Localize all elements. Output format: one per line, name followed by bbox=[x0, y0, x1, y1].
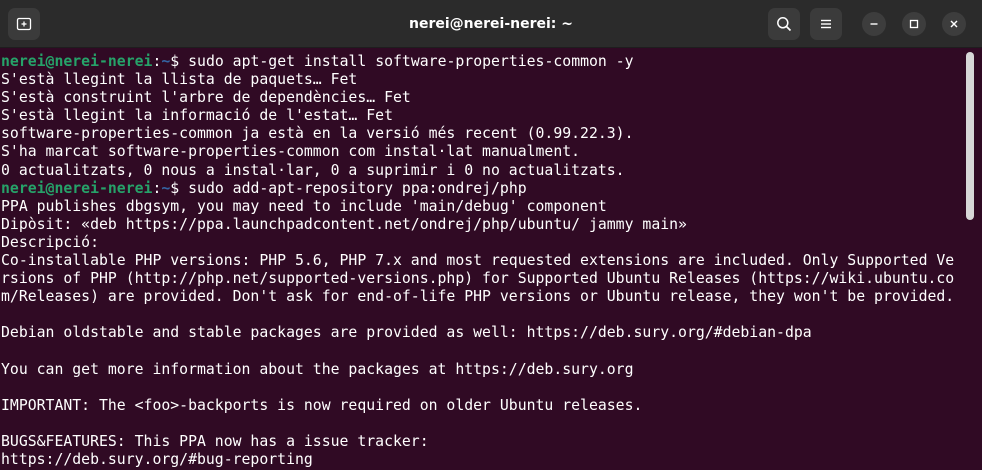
scrollbar-thumb[interactable] bbox=[966, 52, 974, 220]
output-line: PPA publishes dbgsym, you may need to in… bbox=[1, 197, 607, 215]
output-line: software-properties-common ja està en la… bbox=[1, 125, 634, 143]
hamburger-menu-icon bbox=[821, 19, 831, 29]
minimize-icon bbox=[870, 23, 878, 25]
terminal-output[interactable]: nerei@nerei-nerei:~$ sudo apt-get instal… bbox=[0, 48, 970, 470]
new-tab-button[interactable] bbox=[8, 8, 40, 40]
search-icon bbox=[777, 17, 792, 32]
menu-button[interactable] bbox=[810, 8, 842, 40]
maximize-button[interactable] bbox=[902, 12, 926, 36]
minimize-button[interactable] bbox=[862, 12, 886, 36]
command-text: sudo add-apt-repository ppa:ondrej/php bbox=[179, 179, 527, 197]
output-line: Dipòsit: «deb https://ppa.launchpadconte… bbox=[1, 215, 687, 233]
prompt-path: ~ bbox=[161, 179, 171, 197]
vertical-scrollbar[interactable] bbox=[966, 52, 974, 466]
output-line: m/Releases) are provided. Don't ask for … bbox=[1, 288, 955, 306]
title-bar: nerei@nerei-nerei: ~ bbox=[0, 0, 982, 48]
close-button[interactable] bbox=[942, 12, 966, 36]
output-line: S'està construint l'arbre de dependèncie… bbox=[1, 89, 411, 107]
terminal-window: nerei@nerei-nerei: ~ nerei@nerei-nerei:~… bbox=[0, 0, 982, 470]
output-line: rsions of PHP (http://php.net/supported-… bbox=[1, 270, 955, 288]
output-line: BUGS&FEATURES: This PPA now has a issue … bbox=[1, 432, 429, 450]
prompt-path: ~ bbox=[161, 53, 171, 70]
prompt-user: nerei@nerei-nerei bbox=[1, 53, 153, 70]
output-line: S'ha marcat software-properties-common c… bbox=[1, 143, 581, 161]
new-tab-icon bbox=[16, 17, 32, 31]
prompt-line: nerei@nerei-nerei:~$ sudo add-apt-reposi… bbox=[1, 180, 970, 198]
output-line: Debian oldstable and stable packages are… bbox=[1, 324, 812, 342]
output-line: IMPORTANT: The <foo>-backports is now re… bbox=[1, 396, 643, 414]
maximize-icon bbox=[909, 19, 919, 29]
output-line: https://deb.sury.org/#bug-reporting bbox=[1, 451, 313, 469]
command-text: sudo apt-get install software-properties… bbox=[179, 53, 634, 70]
output-line: Co-installable PHP versions: PHP 5.6, PH… bbox=[1, 252, 955, 270]
output-line: 0 actualitzats, 0 nous a instal·lar, 0 a… bbox=[1, 161, 625, 179]
close-icon bbox=[950, 20, 958, 28]
output-line: S'està llegint la informació de l'estat…… bbox=[1, 107, 393, 125]
search-button[interactable] bbox=[768, 8, 800, 40]
prompt-symbol: $ bbox=[170, 53, 180, 70]
prompt-user: nerei@nerei-nerei bbox=[1, 179, 153, 197]
prompt-line: nerei@nerei-nerei:~$ sudo apt-get instal… bbox=[1, 53, 970, 71]
output-line: S'està llegint la llista de paquets… Fet bbox=[1, 71, 358, 89]
output-line: You can get more information about the p… bbox=[1, 360, 634, 378]
prompt-symbol: $ bbox=[170, 179, 180, 197]
output-line: Descripció: bbox=[1, 233, 99, 251]
